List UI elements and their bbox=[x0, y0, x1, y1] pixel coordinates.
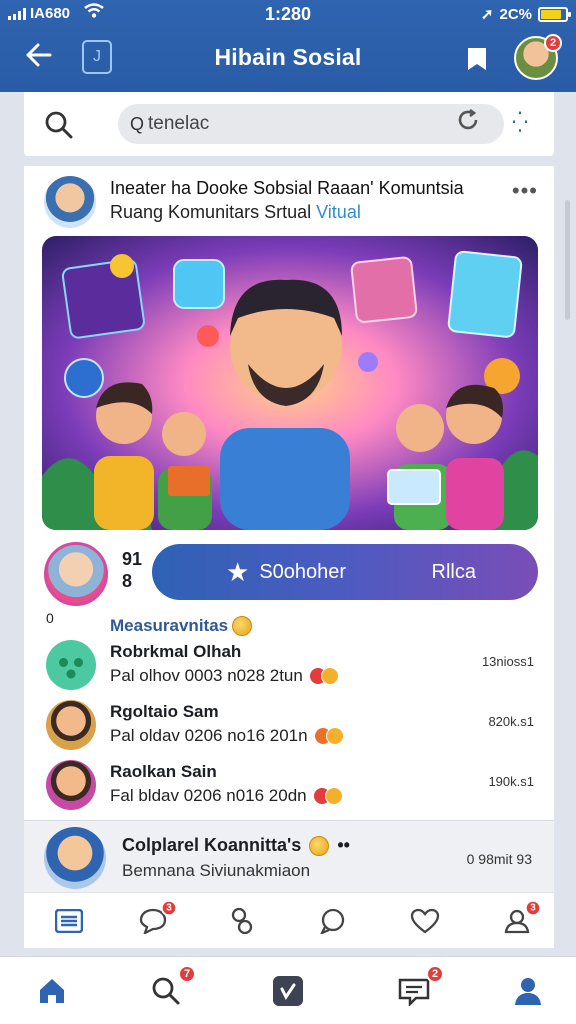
app-header: IA680 1:280 ➚ 2C% J Hibain Sosial 2 bbox=[0, 0, 576, 92]
feed-card: Ineater ha Dooke Sobsial Raaan' Komuntsi… bbox=[24, 166, 554, 820]
search-bar-card: Q tenelac ⁛ bbox=[24, 92, 554, 156]
count-a: 91 bbox=[122, 549, 143, 569]
zero-count: 0 bbox=[46, 610, 54, 626]
search-icon[interactable] bbox=[44, 110, 74, 145]
notification-badge: 2 bbox=[544, 34, 562, 52]
post-subtabs: 3 3 bbox=[24, 892, 554, 948]
status-bar: IA680 1:280 ➚ 2C% bbox=[0, 0, 576, 30]
member-stat: 13nioss1 bbox=[481, 654, 534, 669]
member-stat: 820k.s1 bbox=[488, 714, 534, 729]
list-item[interactable]: Robrkmal Olhah Pal olhov 0003 n028 2tun … bbox=[24, 640, 554, 700]
avatar[interactable] bbox=[44, 542, 108, 606]
options-icon[interactable]: ⁛ bbox=[512, 110, 530, 135]
page-title: Hibain Sosial bbox=[214, 44, 362, 70]
community-name: Colplarel Koannitta's bbox=[122, 835, 302, 855]
inbox-icon bbox=[398, 978, 430, 1006]
post-action-row: 91 8 0 ★ S0ohoher Rllca bbox=[24, 536, 554, 626]
tab-search[interactable]: 7 bbox=[146, 965, 196, 1009]
community-stat: 0 98mit 93 bbox=[466, 851, 532, 867]
emoji-icon bbox=[232, 616, 253, 636]
member-meta: Pal olhov 0003 n028 2tun bbox=[110, 666, 339, 686]
heart-icon[interactable] bbox=[408, 905, 442, 937]
join-button[interactable]: ★ S0ohoher Rllca bbox=[152, 544, 538, 600]
reaction-icon bbox=[308, 667, 339, 685]
avatar bbox=[46, 640, 96, 690]
comment-icon[interactable]: 3 bbox=[136, 899, 178, 937]
battery-level bbox=[541, 9, 562, 19]
search-field-icon: Q bbox=[130, 113, 145, 134]
member-stat: 190k.s1 bbox=[488, 774, 534, 789]
avatar[interactable] bbox=[44, 176, 96, 228]
post-title: Ineater ha Dooke Sobsial Raaan' Komuntsi… bbox=[110, 178, 464, 198]
inbox-badge: 2 bbox=[426, 965, 444, 983]
list-icon[interactable] bbox=[52, 905, 86, 937]
battery-icon bbox=[538, 6, 571, 22]
create-icon bbox=[273, 976, 303, 1006]
profile-avatar[interactable]: 2 bbox=[514, 34, 562, 80]
member-meta-text: Pal olhov 0003 n028 2tun bbox=[110, 666, 303, 685]
list-item[interactable]: Raolkan Sain Fal bldav 0206 n016 20dn 19… bbox=[24, 760, 554, 820]
member-meta: Pal oldav 0206 no16 201n bbox=[110, 726, 344, 746]
location-icon: ➚ bbox=[480, 6, 494, 23]
post-subtitle-tag[interactable]: Vitual bbox=[316, 202, 361, 222]
search-icon bbox=[152, 977, 180, 1005]
count-b: 8 bbox=[122, 571, 133, 591]
community-subtitle: Bemnana Siviunakmiaon bbox=[122, 861, 311, 880]
tab-profile[interactable] bbox=[508, 973, 548, 1009]
post-subtitle: Ruang Komunitars Srtual Vitual bbox=[110, 202, 361, 223]
search-badge: 7 bbox=[178, 965, 196, 983]
more-options-icon[interactable]: ••• bbox=[512, 178, 538, 204]
avatar bbox=[46, 700, 96, 750]
star-icon: ★ bbox=[226, 556, 250, 587]
tab-create[interactable] bbox=[268, 973, 308, 1009]
post-illustration[interactable] bbox=[42, 236, 538, 530]
post-subtitle-text: Ruang Komunitars Srtual bbox=[110, 202, 312, 222]
bottom-tab-bar: 7 2 bbox=[0, 956, 576, 1024]
battery-percent: 2C% bbox=[499, 5, 532, 23]
list-item[interactable]: Rgoltaio Sam Pal oldav 0206 no16 201n 82… bbox=[24, 700, 554, 760]
user-notify-icon[interactable]: 3 bbox=[500, 899, 542, 937]
search-input[interactable]: Q tenelac bbox=[118, 104, 504, 144]
scrollbar[interactable] bbox=[565, 200, 570, 320]
emoji-icon bbox=[309, 835, 330, 856]
reaction-icon bbox=[312, 787, 343, 805]
reaction-counts: 91 8 bbox=[122, 548, 142, 592]
avatar bbox=[44, 827, 106, 889]
community-row[interactable]: Colplarel Koannitta's •• Bemnana Siviuna… bbox=[24, 820, 554, 892]
member-meta-text: Fal bldav 0206 n016 20dn bbox=[110, 786, 307, 805]
reaction-icon bbox=[313, 727, 344, 745]
member-name: Rgoltaio Sam bbox=[110, 702, 219, 721]
member-name: Robrkmal Olhah bbox=[110, 642, 242, 661]
member-meta: Fal bldav 0206 n016 20dn bbox=[110, 786, 343, 806]
user-notify-badge: 3 bbox=[524, 899, 542, 917]
community-dots: •• bbox=[337, 835, 350, 855]
tab-inbox[interactable]: 2 bbox=[394, 965, 444, 1009]
refresh-icon[interactable] bbox=[456, 108, 480, 138]
member-name: Raolkan Sain bbox=[110, 762, 217, 781]
chat-icon[interactable] bbox=[316, 905, 350, 937]
join-button-label: S0ohoher bbox=[259, 560, 347, 583]
post-header: Ineater ha Dooke Sobsial Raaan' Komuntsi… bbox=[24, 166, 554, 236]
members-section-title: Measuravnitas bbox=[110, 616, 253, 636]
member-meta-text: Pal oldav 0206 no16 201n bbox=[110, 726, 308, 745]
home-icon bbox=[40, 979, 64, 1003]
community-name-row: Colplarel Koannitta's •• bbox=[122, 835, 350, 856]
bookmark-icon[interactable] bbox=[466, 46, 486, 72]
share-icon[interactable] bbox=[226, 905, 260, 937]
search-value: tenelac bbox=[148, 113, 210, 134]
comment-badge: 3 bbox=[160, 899, 178, 917]
avatar bbox=[46, 760, 96, 810]
join-button-secondary-label: Rllca bbox=[431, 560, 476, 583]
profile-icon bbox=[515, 978, 541, 1005]
tab-home[interactable] bbox=[32, 973, 72, 1009]
members-section-label: Measuravnitas bbox=[110, 616, 229, 635]
